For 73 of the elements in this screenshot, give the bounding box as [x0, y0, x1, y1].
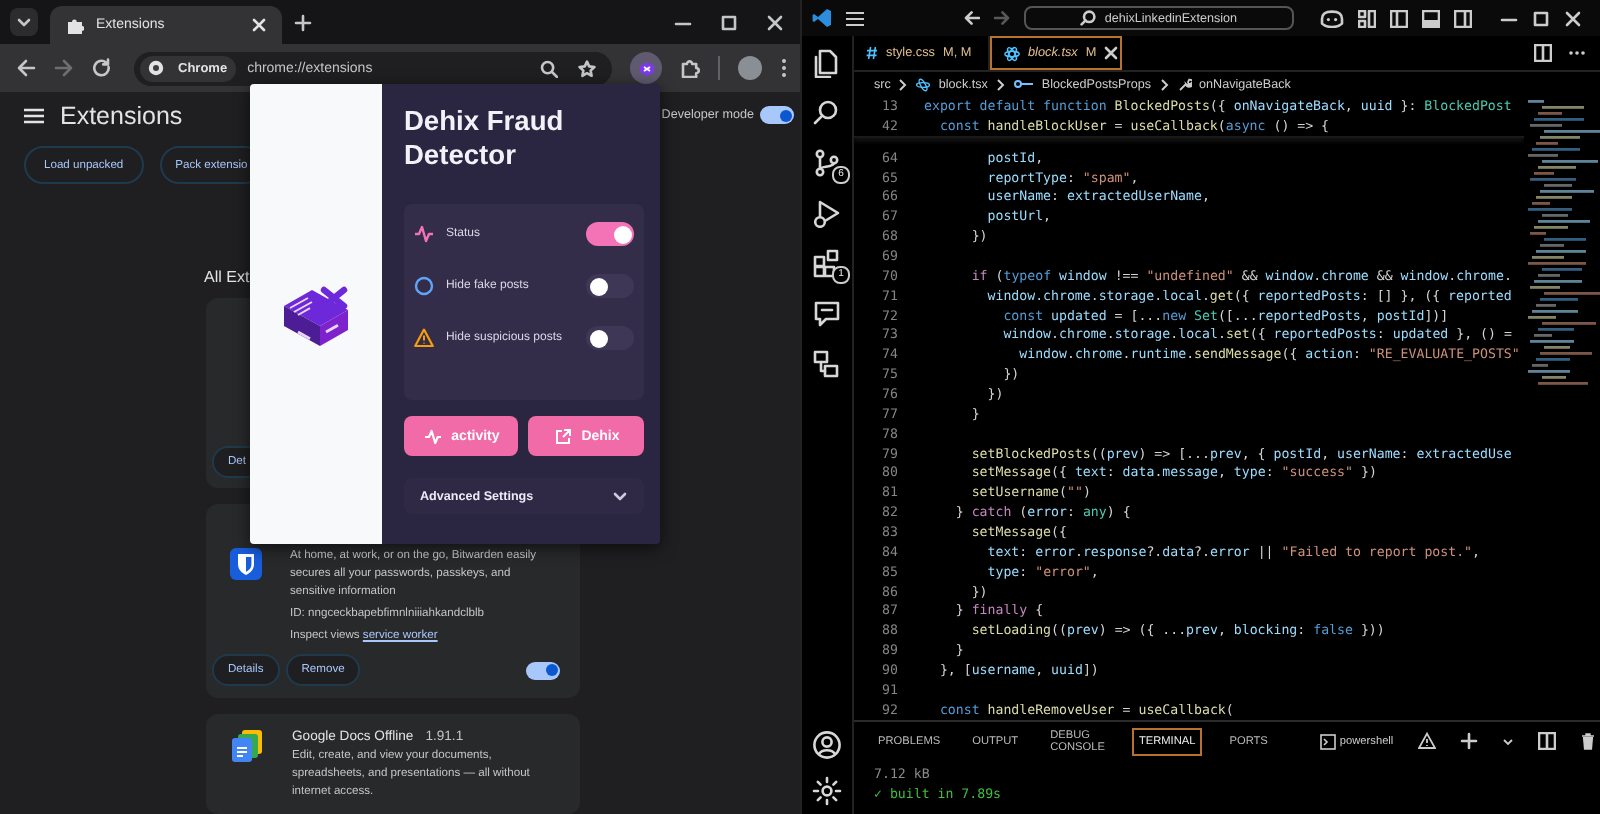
more-icon[interactable] [1568, 50, 1586, 56]
chevron-right-icon [1159, 77, 1170, 91]
page-title: Extensions [60, 101, 183, 129]
pulse-icon [423, 427, 442, 445]
documents-icon [230, 730, 264, 762]
close-icon[interactable] [766, 13, 784, 31]
circle-icon [413, 276, 434, 296]
maximize-icon[interactable] [720, 13, 738, 31]
trash-icon[interactable] [1579, 732, 1596, 750]
files-icon[interactable] [812, 48, 842, 78]
toggle-switch[interactable] [586, 274, 634, 298]
plus-icon[interactable] [1459, 732, 1478, 750]
forward-arrow-icon[interactable] [54, 58, 74, 78]
chrome-logo-icon [148, 60, 164, 76]
back-arrow-icon[interactable] [16, 58, 36, 78]
run-debug-icon[interactable] [812, 198, 842, 228]
maximize-icon[interactable] [1532, 9, 1550, 27]
copilot-icon[interactable] [1320, 9, 1344, 27]
forward-arrow-icon[interactable] [993, 10, 1010, 26]
toggle-switch[interactable] [760, 106, 794, 124]
wrench-icon [1177, 77, 1192, 91]
chevron-right-icon [995, 77, 1006, 91]
logo-icon [637, 59, 655, 77]
reload-icon[interactable] [92, 58, 112, 78]
remote-explorer-icon[interactable] [812, 348, 842, 378]
chevron-down-icon [16, 14, 32, 30]
layout-icon[interactable] [1358, 9, 1376, 27]
split-editor-icon[interactable] [1534, 44, 1552, 62]
star-icon[interactable] [578, 59, 596, 77]
search-icon [1080, 10, 1097, 26]
react-file-icon [916, 77, 931, 91]
tab-search-button[interactable] [10, 8, 38, 36]
settings-icon[interactable] [812, 776, 842, 806]
zoom-icon[interactable] [540, 59, 558, 77]
sidebar-icon[interactable] [1454, 9, 1472, 27]
warning-icon [413, 328, 434, 348]
vscode-logo-icon[interactable] [812, 8, 832, 28]
puzzle-icon [66, 16, 84, 34]
search-icon[interactable] [812, 98, 842, 128]
sidebar-icon[interactable] [1390, 9, 1408, 27]
warning-icon[interactable] [1417, 732, 1436, 750]
minimap-drawing[interactable] [1524, 100, 1600, 390]
close-icon[interactable] [252, 18, 266, 32]
avatar[interactable] [738, 56, 762, 80]
css-file-icon [866, 46, 878, 60]
react-file-icon [1004, 45, 1020, 61]
plus-icon[interactable] [294, 13, 312, 31]
chevron-right-icon [898, 77, 909, 91]
panel-icon[interactable] [1422, 9, 1440, 27]
section-heading: All Ext [204, 268, 250, 286]
back-arrow-icon[interactable] [963, 10, 980, 26]
external-link-icon [553, 427, 572, 445]
pulse-icon [413, 224, 434, 244]
shield-icon [230, 548, 262, 580]
extensions-icon[interactable] [812, 248, 842, 278]
toggle-switch[interactable] [586, 222, 634, 246]
chat-icon[interactable] [812, 298, 842, 328]
split-terminal-icon[interactable] [1537, 732, 1556, 750]
extension-button[interactable] [630, 52, 662, 84]
chevron-down-icon[interactable] [1501, 735, 1514, 747]
close-icon[interactable] [1564, 9, 1582, 27]
toggle-switch[interactable] [526, 661, 560, 679]
more-icon[interactable] [780, 58, 788, 78]
source-control-icon[interactable] [812, 148, 842, 178]
toggle-switch[interactable] [586, 326, 634, 350]
popup-title: Dehix Fraud Detector [403, 104, 566, 172]
interface-icon [1013, 78, 1034, 90]
terminal-icon [1319, 733, 1336, 749]
account-icon[interactable] [812, 730, 842, 760]
puzzle-icon[interactable] [680, 58, 700, 78]
close-icon[interactable] [1104, 46, 1119, 60]
menu-icon[interactable] [846, 11, 864, 25]
menu-icon[interactable] [24, 107, 44, 123]
